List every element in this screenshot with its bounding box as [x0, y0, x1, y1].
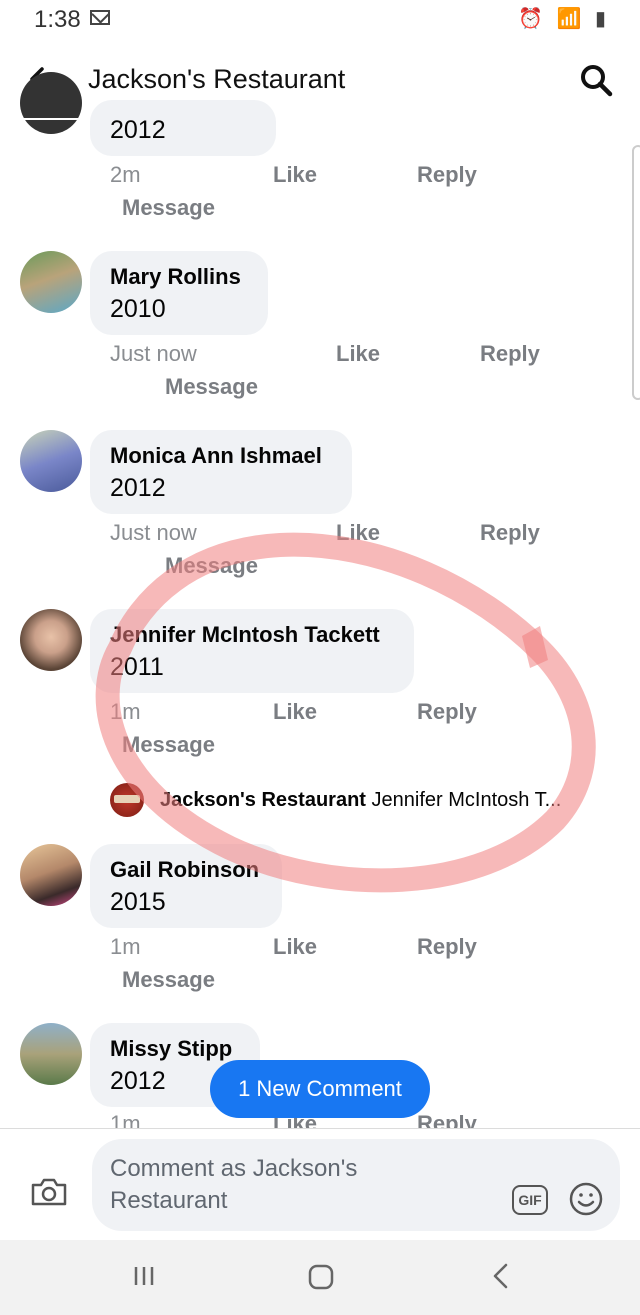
reply-author[interactable]: Jackson's Restaurant: [160, 789, 366, 811]
reply-button[interactable]: Reply: [417, 699, 477, 725]
comment-time: 1m: [110, 934, 141, 959]
camera-icon[interactable]: [30, 1177, 68, 1207]
comment-author[interactable]: Gail Robinson: [110, 857, 259, 883]
system-back-icon[interactable]: [490, 1262, 512, 1290]
status-icons: ⏰ 📶 ▮: [518, 8, 610, 30]
message-button[interactable]: Message: [122, 732, 215, 758]
like-button[interactable]: Like: [336, 341, 380, 367]
comment-text: 2012: [110, 474, 166, 502]
comment-time: Just now: [110, 520, 197, 545]
message-button[interactable]: Message: [165, 374, 258, 400]
avatar[interactable]: [20, 430, 82, 492]
comment-time: 1m: [110, 1111, 141, 1128]
recent-apps-icon[interactable]: [132, 1264, 156, 1288]
reply-button[interactable]: Reply: [417, 1111, 477, 1128]
comment-text: 2015: [110, 888, 166, 916]
comment-bubble: Mary Rollins 2010: [90, 251, 268, 335]
comment-text: 2012: [110, 1067, 166, 1095]
reply-button[interactable]: Reply: [417, 162, 477, 188]
message-button[interactable]: Message: [122, 967, 215, 993]
gif-label: GIF: [518, 1192, 542, 1208]
page-title: Jackson's Restaurant: [88, 64, 346, 94]
page-reply[interactable]: Jackson's Restaurant Jennifer McIntosh T…: [160, 789, 630, 812]
new-comment-button[interactable]: 1 New Comment: [210, 1060, 430, 1118]
reply-text: Jennifer McIntosh T...: [371, 789, 562, 811]
message-button[interactable]: Message: [122, 195, 215, 221]
page-avatar[interactable]: [110, 783, 144, 817]
search-icon[interactable]: [578, 62, 614, 98]
comment-author[interactable]: Mary Rollins: [110, 264, 241, 290]
mail-notification-icon: [90, 10, 110, 25]
status-time: 1:38: [34, 6, 81, 33]
comment-text: 2012: [110, 116, 166, 144]
like-button[interactable]: Like: [336, 520, 380, 546]
message-button[interactable]: Message: [165, 553, 258, 579]
emoji-icon[interactable]: [568, 1181, 604, 1217]
avatar[interactable]: [20, 1023, 82, 1085]
comment-composer: Comment as Jackson's Restaurant GIF: [0, 1128, 640, 1241]
comment-text: 2011: [110, 653, 164, 681]
like-button[interactable]: Like: [273, 162, 317, 188]
avatar[interactable]: [20, 251, 82, 313]
like-button[interactable]: Like: [273, 934, 317, 960]
avatar[interactable]: [20, 609, 82, 671]
comment-bubble: Gail Robinson 2015: [90, 844, 282, 928]
comment-bubble: Jennifer McIntosh Tackett 2011: [90, 609, 414, 693]
comment-author[interactable]: Monica Ann Ishmael: [110, 443, 322, 469]
scrollbar[interactable]: [632, 145, 640, 400]
home-icon[interactable]: [308, 1264, 334, 1290]
comment-bubble: 2012: [90, 100, 276, 156]
reply-button[interactable]: Reply: [480, 341, 540, 367]
system-nav-bar: [0, 1240, 640, 1315]
like-button[interactable]: Like: [273, 699, 317, 725]
comment-time: 1m: [110, 699, 141, 724]
comment-input-placeholder: Comment as Jackson's Restaurant: [110, 1155, 358, 1214]
comment-author[interactable]: Jennifer McIntosh Tackett: [110, 622, 380, 648]
gif-icon[interactable]: GIF: [512, 1185, 548, 1215]
reply-button[interactable]: Reply: [417, 934, 477, 960]
avatar[interactable]: [20, 844, 82, 906]
comment-text: 2010: [110, 295, 166, 323]
comment-author[interactable]: Missy Stipp: [110, 1036, 232, 1062]
comment-bubble: Monica Ann Ishmael 2012: [90, 430, 352, 514]
comment-input[interactable]: Comment as Jackson's Restaurant GIF: [92, 1139, 620, 1231]
avatar[interactable]: [20, 72, 82, 134]
comment-time: 2m: [110, 162, 141, 187]
comment-time: Just now: [110, 341, 197, 366]
reply-button[interactable]: Reply: [480, 520, 540, 546]
